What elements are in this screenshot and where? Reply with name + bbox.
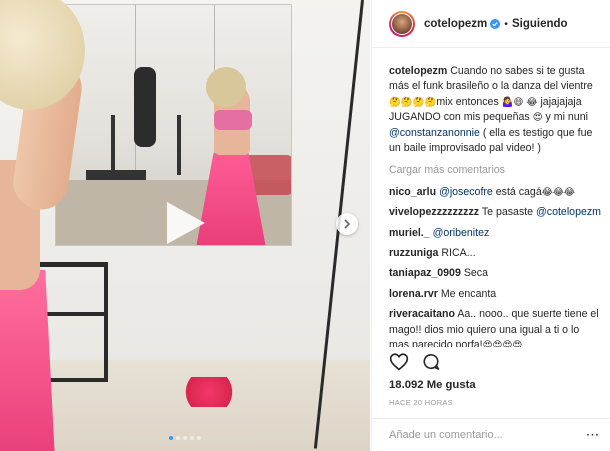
carousel-dot <box>169 436 173 440</box>
gym-rack <box>111 115 181 175</box>
comment-item: ruzzuniga RICA... <box>389 247 476 260</box>
like-button[interactable] <box>389 352 409 371</box>
caption-mention[interactable]: @constanzanonnie <box>389 127 480 139</box>
comment-item: nico_arlu @josecofre está cagá😂😂😂 <box>389 185 576 198</box>
add-comment-bar: ··· <box>372 418 610 451</box>
load-more-comments-link[interactable]: Cargar más comentarios <box>389 163 602 178</box>
post-media[interactable] <box>0 0 370 451</box>
post-side-panel: cotelopezm • Siguiendo cotelopezm Cuando… <box>371 0 610 451</box>
pink-fabric-on-floor <box>180 377 238 407</box>
avatar[interactable] <box>389 10 415 37</box>
play-icon[interactable] <box>163 200 207 246</box>
comment-item: taniapaz_0909 Seca <box>389 267 488 280</box>
comment-item: muriel._ @oribenitez <box>389 226 490 239</box>
post-caption: cotelopezm Cuando no sabes si te gusta m… <box>389 65 593 155</box>
comment-item: vivelopezzzzzzzzz Te pasaste @cotelopezm <box>389 206 601 219</box>
instagram-post-view: cotelopezm • Siguiendo cotelopezm Cuando… <box>0 0 610 451</box>
caption-username[interactable]: cotelopezm <box>389 65 447 77</box>
comments-list[interactable]: cotelopezm Cuando no sabes si te gusta m… <box>389 64 602 347</box>
post-header: cotelopezm • Siguiendo <box>372 0 610 48</box>
heart-outline-icon <box>389 353 409 371</box>
carousel-dot <box>183 436 187 440</box>
like-count[interactable]: 18.092 Me gusta <box>389 379 476 391</box>
post-actions <box>389 352 441 371</box>
author-username[interactable]: cotelopezm <box>424 18 487 30</box>
add-comment-input[interactable] <box>389 429 587 441</box>
carousel-dot <box>176 436 180 440</box>
comment-item: riveracaitano Aa.. nooo.. que suerte tie… <box>389 308 599 347</box>
post-timestamp[interactable]: HACE 20 HORAS <box>389 398 453 407</box>
gym-bench <box>86 170 146 180</box>
verified-badge-icon <box>490 18 501 29</box>
separator-dot: • <box>504 17 508 30</box>
carousel-dot <box>197 436 201 440</box>
carousel-dot <box>190 436 194 440</box>
chevron-right-icon <box>344 219 351 229</box>
carousel-next-button[interactable] <box>336 213 358 235</box>
comment-button[interactable] <box>421 352 441 371</box>
carousel-indicator <box>0 436 370 440</box>
comment-item: lorena.rvr Me encanta <box>389 287 497 300</box>
following-button[interactable]: Siguiendo <box>512 18 568 30</box>
speech-bubble-icon <box>423 354 440 370</box>
more-options-icon[interactable]: ··· <box>587 429 601 441</box>
